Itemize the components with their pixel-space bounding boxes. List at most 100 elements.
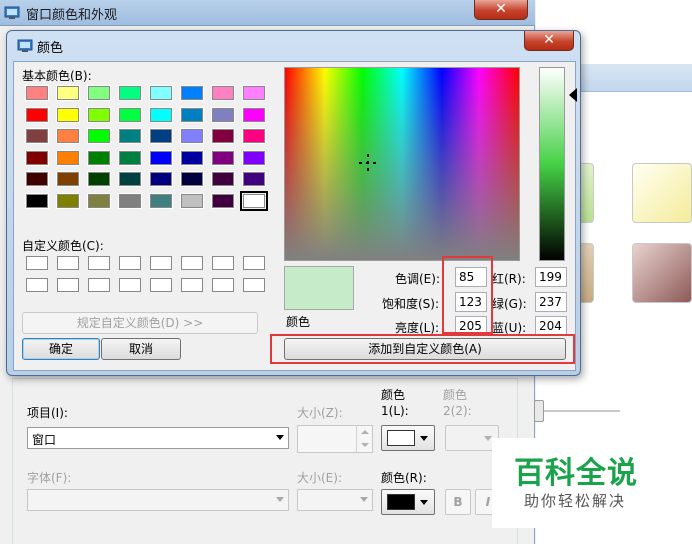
define-custom-colors-button[interactable]: 规定自定义颜色(D) >> [22,312,258,334]
custom-color-swatch[interactable] [119,278,141,292]
custom-color-swatch[interactable] [57,278,79,292]
custom-color-swatch[interactable] [150,278,172,292]
basic-color-swatch[interactable] [56,106,80,123]
custom-colors-label: 自定义颜色(C): [22,239,104,253]
saturation-label: 饱和度(S): [382,297,440,311]
basic-color-swatch[interactable] [118,106,142,123]
font-select[interactable] [27,489,289,511]
basic-color-swatch[interactable] [242,171,266,188]
basic-color-swatch[interactable] [56,128,80,145]
color-dialog-title: 颜色 [37,41,64,56]
basic-color-swatch[interactable] [242,149,266,166]
chevron-down-icon [360,497,368,502]
stepper-down-icon[interactable] [356,439,372,452]
basic-color-swatch[interactable] [87,128,111,145]
basic-color-swatch[interactable] [149,171,173,188]
basic-color-swatch[interactable] [180,85,204,101]
custom-color-swatch[interactable] [243,278,265,292]
luminance-pointer-icon[interactable] [569,88,577,102]
basic-color-swatch[interactable] [242,106,266,123]
font-color-label: 颜色(R): [381,471,427,485]
custom-color-swatch[interactable] [181,256,203,270]
color-dialog-close-button[interactable]: ✕ [524,31,574,51]
font-size-label: 大小(E): [297,471,342,485]
basic-color-swatch[interactable] [118,149,142,166]
custom-color-swatch[interactable] [150,256,172,270]
basic-color-swatch[interactable] [118,171,142,188]
basic-color-swatch[interactable] [149,149,173,166]
basic-color-swatch[interactable] [149,193,173,209]
basic-color-swatch[interactable] [56,149,80,166]
basic-color-swatch[interactable] [87,149,111,166]
background-close-button[interactable]: ✕ [474,0,528,20]
custom-color-swatch[interactable] [243,256,265,270]
basic-color-swatch[interactable] [25,106,49,123]
basic-color-swatch[interactable] [242,128,266,145]
custom-color-swatch[interactable] [119,256,141,270]
color-scheme-tile[interactable] [632,243,692,303]
basic-color-swatch[interactable] [118,128,142,145]
basic-color-swatch[interactable] [25,128,49,145]
color1-button[interactable] [381,425,435,451]
basic-color-swatch[interactable] [87,85,111,101]
font-color-button[interactable] [381,489,435,515]
basic-color-swatch[interactable] [211,128,235,145]
basic-color-swatch[interactable] [25,149,49,166]
color-dialog-body: 基本颜色(B): 自定义颜色(C): 规定自定义颜色(D) >> 确定 取消 颜… [13,61,577,371]
basic-color-swatch[interactable] [56,85,80,101]
basic-color-swatch[interactable] [118,85,142,101]
custom-color-swatch[interactable] [88,256,110,270]
basic-color-swatch[interactable] [180,149,204,166]
color2-button[interactable] [445,425,499,451]
bold-button[interactable]: B [445,489,471,515]
basic-color-swatch[interactable] [149,106,173,123]
basic-color-swatch[interactable] [87,193,111,209]
item-size-stepper[interactable] [297,425,373,453]
font-color-swatch [387,494,415,510]
red-input[interactable]: 199 [535,267,567,287]
color-scheme-tile[interactable] [632,163,692,223]
basic-color-swatch[interactable] [149,128,173,145]
basic-color-swatch[interactable] [87,106,111,123]
stepper-up-icon[interactable] [356,426,372,439]
custom-color-swatch[interactable] [212,256,234,270]
custom-color-swatch[interactable] [26,278,48,292]
intensity-slider-thumb[interactable] [534,400,544,422]
basic-color-swatch[interactable] [211,85,235,101]
intensity-slider-track[interactable] [536,410,620,412]
basic-color-swatch[interactable] [211,106,235,123]
basic-color-swatch[interactable] [180,106,204,123]
basic-color-swatch[interactable] [211,149,235,166]
font-size-select[interactable] [297,489,373,511]
basic-color-swatch[interactable] [56,193,80,209]
basic-color-swatch[interactable] [180,193,204,209]
color-spectrum[interactable] [284,67,520,261]
basic-color-swatch[interactable] [87,171,111,188]
basic-color-swatch[interactable] [118,193,142,209]
appearance-panel: 项目(I): 窗口 大小(Z): 颜色 1(L): 颜色 2(2): 字体(F)… [12,378,518,544]
ok-button[interactable]: 确定 [22,338,100,360]
custom-color-swatch[interactable] [26,256,48,270]
basic-color-swatch[interactable] [180,171,204,188]
color-preview-label: 颜色 [286,315,311,329]
custom-color-swatch[interactable] [212,278,234,292]
basic-color-swatch[interactable] [242,85,266,101]
custom-color-swatch[interactable] [88,278,110,292]
basic-color-swatch[interactable] [25,85,49,101]
color-preview [284,266,354,310]
basic-color-swatch[interactable] [25,193,49,209]
blue-input[interactable]: 204 [535,316,567,336]
item-select[interactable]: 窗口 [27,427,289,449]
basic-color-swatch[interactable] [56,171,80,188]
basic-color-swatch[interactable] [180,128,204,145]
basic-color-swatch[interactable] [25,171,49,188]
custom-color-swatch[interactable] [181,278,203,292]
basic-color-swatch[interactable] [240,191,268,211]
basic-color-swatch[interactable] [211,193,235,209]
green-input[interactable]: 237 [535,292,567,312]
basic-color-swatch[interactable] [149,85,173,101]
cancel-button[interactable]: 取消 [101,338,181,360]
custom-color-swatch[interactable] [57,256,79,270]
luminance-slider[interactable] [539,67,565,261]
basic-color-swatch[interactable] [211,171,235,188]
